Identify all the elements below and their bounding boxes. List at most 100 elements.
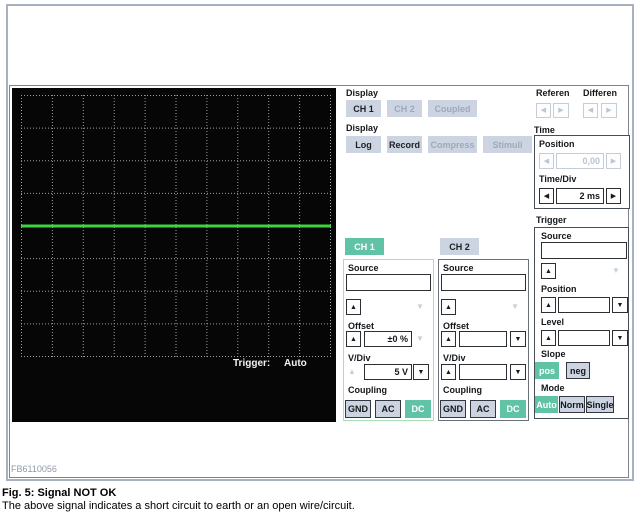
record-button[interactable]: Record <box>387 136 422 153</box>
up-arrow-icon[interactable]: ▲ <box>545 335 552 342</box>
down-arrow-icon[interactable]: ▼ <box>418 369 425 376</box>
ch1-coupling-ac-button[interactable]: AC <box>375 400 401 418</box>
display-channels-label: Display <box>346 88 378 98</box>
trigger-source-field[interactable] <box>541 242 627 259</box>
ch1-source-label: Source <box>348 263 379 273</box>
trigger-position-label: Position <box>541 284 577 294</box>
slope-pos-button[interactable]: pos <box>535 362 559 379</box>
caption-body: The above signal indicates a short circu… <box>2 500 355 512</box>
time-position-field[interactable]: 0,00 <box>556 153 604 169</box>
ch1-coupling-label: Coupling <box>348 385 387 395</box>
ch1-coupling-gnd-button[interactable]: GND <box>345 400 371 418</box>
ch2-offset-up-button: ▲ <box>441 331 456 347</box>
up-arrow-icon[interactable]: ▲ <box>545 302 552 309</box>
display-ch2-button[interactable]: CH 2 <box>387 100 422 117</box>
ch1-vdiv-down-button: ▼ <box>413 364 429 380</box>
scope-grid <box>21 95 331 357</box>
trigger-source-down-arrow-icon: ▼ <box>612 267 620 275</box>
caption-title: Fig. 5: Signal NOT OK <box>2 487 116 499</box>
ch1-vdiv-up-arrow-icon: ▲ <box>348 368 356 376</box>
trigger-source-label: Source <box>541 231 572 241</box>
up-arrow-icon[interactable]: ▲ <box>445 304 452 311</box>
left-arrow-icon[interactable]: ◀ <box>541 107 546 114</box>
ch1-source-down-arrow-icon: ▼ <box>416 303 424 311</box>
time-position-decrease-button: ◀ <box>539 153 554 169</box>
scope-trigger-label: Trigger: <box>233 358 270 369</box>
reference-prev-button: ◀ <box>536 103 551 118</box>
scope-trigger-mode: Auto <box>284 358 307 369</box>
ch1-offset-up-button: ▲ <box>346 331 361 347</box>
ch1-offset-label: Offset <box>348 321 374 331</box>
mode-auto-button[interactable]: Auto <box>535 396 558 413</box>
up-arrow-icon[interactable]: ▲ <box>350 336 357 343</box>
ch1-coupling-dc-button[interactable]: DC <box>405 400 431 418</box>
trigger-slope-label: Slope <box>541 349 566 359</box>
difference-prev-button: ◀ <box>583 103 598 118</box>
timediv-increase-button: ▶ <box>606 188 621 204</box>
up-arrow-icon[interactable]: ▲ <box>545 268 552 275</box>
ch2-source-field[interactable] <box>441 274 526 291</box>
up-arrow-icon[interactable]: ▲ <box>445 369 452 376</box>
right-arrow-icon[interactable]: ▶ <box>606 107 611 114</box>
ch1-vdiv-field[interactable]: 5 V <box>364 364 412 380</box>
reference-label: Referen <box>536 88 570 98</box>
stimuli-button[interactable]: Stimuli <box>483 136 532 153</box>
ch2-offset-field[interactable] <box>459 331 507 347</box>
trigger-position-field[interactable] <box>558 297 610 313</box>
ch2-offset-down-button: ▼ <box>510 331 526 347</box>
ch2-source-down-arrow-icon: ▼ <box>511 303 519 311</box>
time-position-increase-button: ▶ <box>606 153 621 169</box>
down-arrow-icon[interactable]: ▼ <box>515 336 522 343</box>
timediv-label: Time/Div <box>539 174 576 184</box>
right-arrow-icon[interactable]: ▶ <box>611 158 616 165</box>
compress-button[interactable]: Compress <box>428 136 477 153</box>
ch2-tab-button[interactable]: CH 2 <box>440 238 479 255</box>
up-arrow-icon[interactable]: ▲ <box>445 336 452 343</box>
right-arrow-icon[interactable]: ▶ <box>611 193 616 200</box>
mode-norm-button[interactable]: Norm <box>559 396 585 413</box>
trigger-source-up-button: ▲ <box>541 263 556 279</box>
display-coupled-button[interactable]: Coupled <box>428 100 477 117</box>
mode-single-button[interactable]: Single <box>586 396 614 413</box>
down-arrow-icon[interactable]: ▼ <box>617 335 624 342</box>
trigger-level-field[interactable] <box>558 330 610 346</box>
display-ch1-button[interactable]: CH 1 <box>346 100 381 117</box>
ch1-source-field[interactable] <box>346 274 431 291</box>
down-arrow-icon[interactable]: ▼ <box>617 302 624 309</box>
log-button[interactable]: Log <box>346 136 381 153</box>
trigger-section-label: Trigger <box>536 215 567 225</box>
left-arrow-icon[interactable]: ◀ <box>544 193 549 200</box>
ch1-tab-button[interactable]: CH 1 <box>345 238 384 255</box>
ch1-offset-field[interactable]: ±0 % <box>364 331 412 347</box>
ch2-coupling-dc-button[interactable]: DC <box>500 400 526 418</box>
down-arrow-icon[interactable]: ▼ <box>515 369 522 376</box>
trigger-level-up-button: ▲ <box>541 330 556 346</box>
time-section-label: Time <box>534 125 555 135</box>
ch1-source-up-button: ▲ <box>346 299 361 315</box>
timediv-decrease-button: ◀ <box>539 188 554 204</box>
slope-neg-button[interactable]: neg <box>566 362 590 379</box>
difference-next-button: ▶ <box>601 103 617 118</box>
left-arrow-icon[interactable]: ◀ <box>544 158 549 165</box>
figure-id: FB6110056 <box>11 464 57 474</box>
up-arrow-icon[interactable]: ▲ <box>350 304 357 311</box>
ch2-vdiv-field[interactable] <box>459 364 507 380</box>
ch2-offset-label: Offset <box>443 321 469 331</box>
timediv-field[interactable]: 2 ms <box>556 188 604 204</box>
right-arrow-icon[interactable]: ▶ <box>558 107 563 114</box>
time-position-label: Position <box>539 139 575 149</box>
trigger-mode-label: Mode <box>541 383 565 393</box>
ch2-vdiv-up-button: ▲ <box>441 364 456 380</box>
ch2-source-label: Source <box>443 263 474 273</box>
oscilloscope-screen: Trigger: Auto <box>12 88 336 422</box>
ch2-vdiv-label: V/Div <box>443 353 466 363</box>
display-modes-label: Display <box>346 123 378 133</box>
trigger-position-down-button: ▼ <box>612 297 628 313</box>
left-arrow-icon[interactable]: ◀ <box>588 107 593 114</box>
ch2-coupling-gnd-button[interactable]: GND <box>440 400 466 418</box>
ch2-coupling-label: Coupling <box>443 385 482 395</box>
ch2-coupling-ac-button[interactable]: AC <box>470 400 496 418</box>
ch2-vdiv-down-button: ▼ <box>510 364 526 380</box>
difference-label: Differen <box>583 88 617 98</box>
page: Trigger: Auto Display CH 1 CH 2 Coupled … <box>0 0 642 527</box>
